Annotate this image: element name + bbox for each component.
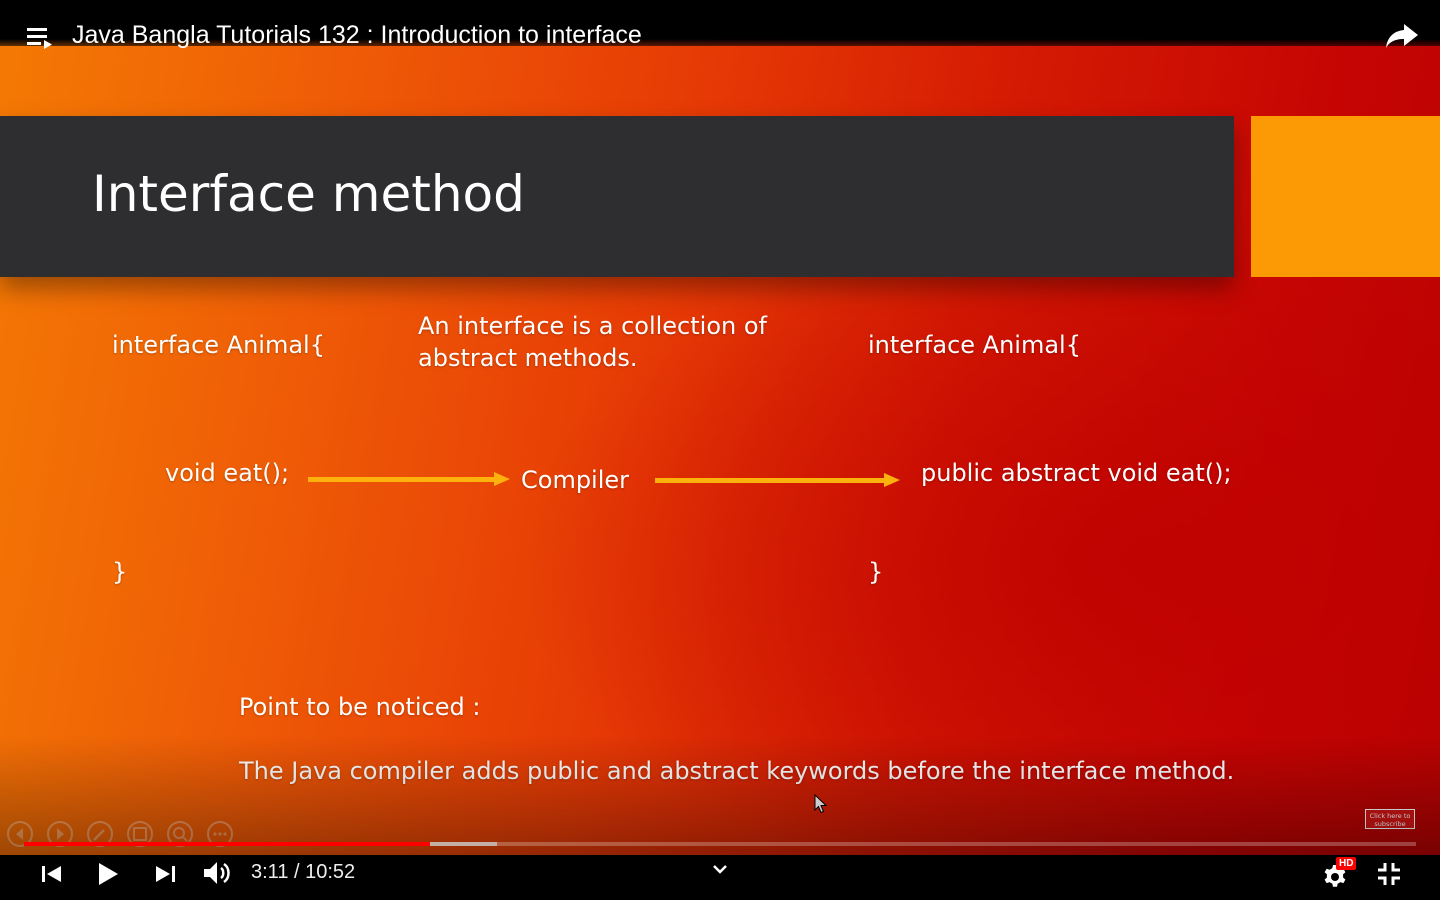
right-code-open: interface Animal{	[868, 331, 1081, 359]
player-top-bar: Java Bangla Tutorials 132 : Introduction…	[0, 0, 1440, 49]
time-separator: /	[288, 861, 306, 883]
volume-icon[interactable]	[202, 859, 234, 887]
right-code-close: }	[868, 558, 884, 586]
share-icon[interactable]	[1384, 20, 1420, 52]
previous-icon[interactable]	[40, 864, 64, 884]
settings-button[interactable]: HD	[1322, 857, 1357, 891]
video-frame[interactable]: Interface method interface Animal{ An in…	[0, 0, 1440, 855]
arrow-from-compiler	[655, 473, 900, 487]
note-text: The Java compiler adds public and abstra…	[239, 757, 1235, 785]
left-code-close: }	[112, 558, 128, 586]
interface-description: An interface is a collection of abstract…	[418, 312, 767, 372]
left-code-open: interface Animal{	[112, 331, 325, 359]
progress-played	[24, 842, 431, 846]
compiler-label: Compiler	[521, 466, 630, 494]
video-title[interactable]: Java Bangla Tutorials 132 : Introduction…	[72, 19, 642, 51]
progress-bar[interactable]	[24, 842, 1416, 846]
chevron-down-icon[interactable]	[712, 863, 728, 875]
play-icon[interactable]	[96, 862, 120, 886]
exit-fullscreen-icon[interactable]	[1376, 861, 1402, 887]
mouse-cursor-icon	[814, 794, 828, 814]
note-heading: Point to be noticed :	[239, 693, 481, 721]
slide-accent-block	[1251, 116, 1440, 277]
subscribe-watermark[interactable]: Click here to subscribe	[1365, 809, 1415, 829]
right-code-method: public abstract void eat();	[921, 459, 1232, 487]
player-control-bar: 3:11 / 10:52 HD	[0, 855, 1440, 900]
time-total: 10:52	[305, 861, 356, 883]
arrow-to-compiler	[308, 472, 510, 486]
left-code-method: void eat();	[165, 459, 290, 487]
slide-title: Interface method	[92, 165, 525, 223]
time-current: 3:11	[251, 861, 289, 883]
next-icon[interactable]	[153, 864, 177, 884]
playlist-icon[interactable]	[27, 26, 55, 50]
time-display: 3:11 / 10:52	[251, 860, 355, 884]
hd-badge: HD	[1336, 857, 1357, 870]
